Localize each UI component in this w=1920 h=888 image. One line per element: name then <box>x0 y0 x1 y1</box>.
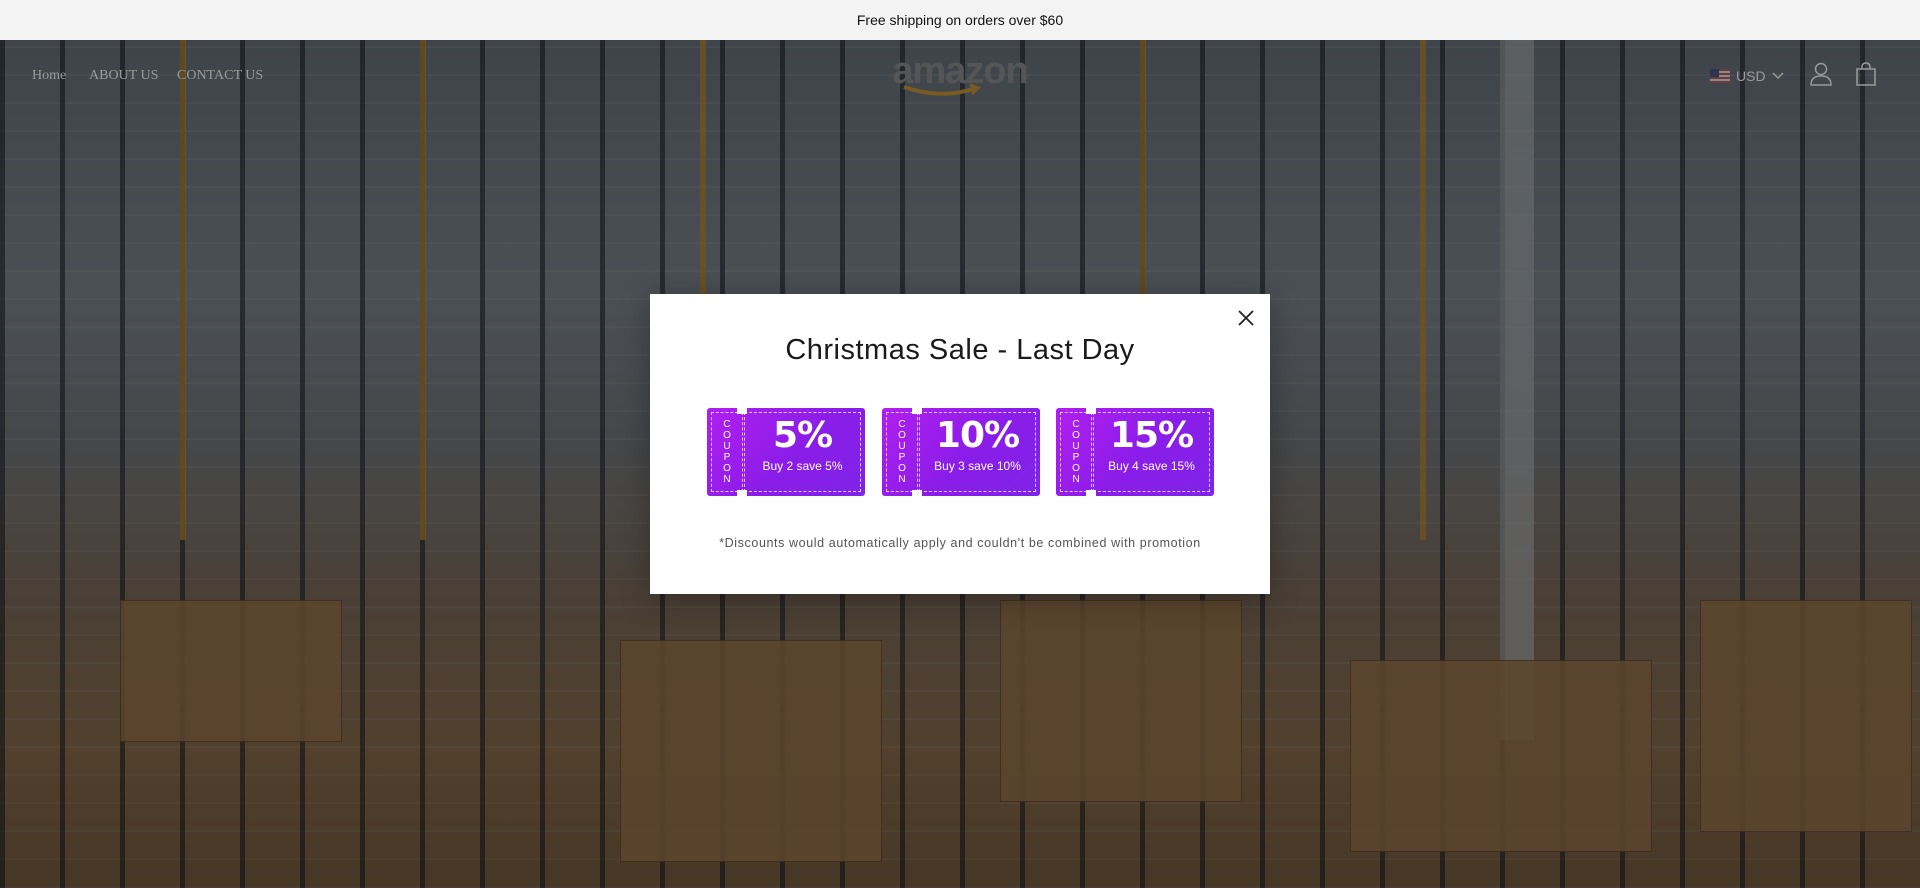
popup-title: Christmas Sale - Last Day <box>785 334 1135 366</box>
coupon-stub-letter: U <box>1072 441 1080 452</box>
coupon-stub-letter: U <box>723 441 731 452</box>
promo-popup: Christmas Sale - Last Day C O U P O N 5%… <box>650 294 1270 594</box>
nav-link-home[interactable]: Home <box>32 68 66 84</box>
coupon-discount: 10% <box>935 415 1020 456</box>
coupon-stub-letter: O <box>723 430 731 441</box>
coupon-body: 5% Buy 2 save 5% <box>744 412 861 492</box>
coupon-stub: C O U P O N <box>1060 412 1092 492</box>
announcement-text: Free shipping on orders over $60 <box>856 12 1064 28</box>
coupon-stub-letter: C <box>1072 419 1080 430</box>
coupon-stub-letter: O <box>1072 463 1080 474</box>
coupon-body: 15% Buy 4 save 15% <box>1093 412 1210 492</box>
coupon-stub-letter: N <box>898 474 906 485</box>
coupon-discount: 15% <box>1109 415 1194 456</box>
close-icon[interactable] <box>1234 306 1258 330</box>
coupon-stub: C O U P O N <box>711 412 743 492</box>
coupon-list: C O U P O N 5% Buy 2 save 5% C O U P O N <box>707 408 1215 496</box>
coupon-description: Buy 2 save 5% <box>762 459 843 473</box>
nav-link-about-us[interactable]: ABOUT US <box>89 68 158 84</box>
coupon-description: Buy 4 save 15% <box>1108 459 1195 473</box>
coupon-5-percent[interactable]: C O U P O N 5% Buy 2 save 5% <box>707 408 865 496</box>
coupon-stub-letter: P <box>723 452 731 463</box>
coupon-discount: 5% <box>772 415 833 456</box>
coupon-stub-letter: O <box>1072 430 1080 441</box>
coupon-stub-letter: N <box>723 474 731 485</box>
store-logo[interactable]: amazon <box>880 50 1040 98</box>
coupon-stub: C O U P O N <box>886 412 918 492</box>
coupon-body: 10% Buy 3 save 10% <box>919 412 1036 492</box>
discount-disclaimer: *Discounts would automatically apply and… <box>719 536 1201 550</box>
us-flag-icon <box>1710 69 1730 83</box>
coupon-stub-letter: N <box>1072 474 1080 485</box>
coupon-stub-letter: O <box>723 463 731 474</box>
chevron-down-icon <box>1772 72 1784 80</box>
announcement-bar: Free shipping on orders over $60 <box>0 0 1920 40</box>
coupon-stub-letter: O <box>898 430 906 441</box>
user-icon[interactable] <box>1810 62 1832 86</box>
coupon-description: Buy 3 save 10% <box>934 459 1021 473</box>
coupon-stub-letter: U <box>898 441 906 452</box>
nav-link-contact-us[interactable]: CONTACT US <box>177 68 263 84</box>
logo-smile-icon <box>903 84 981 96</box>
coupon-stub-letter: P <box>898 452 906 463</box>
currency-label: USD <box>1736 68 1766 84</box>
currency-selector[interactable]: USD <box>1710 66 1784 86</box>
coupon-stub-letter: C <box>723 419 731 430</box>
coupon-10-percent[interactable]: C O U P O N 10% Buy 3 save 10% <box>882 408 1040 496</box>
shopping-bag-icon[interactable] <box>1856 62 1876 86</box>
coupon-stub-letter: C <box>898 419 906 430</box>
coupon-15-percent[interactable]: C O U P O N 15% Buy 4 save 15% <box>1056 408 1214 496</box>
coupon-stub-letter: O <box>898 463 906 474</box>
coupon-stub-letter: P <box>1072 452 1080 463</box>
